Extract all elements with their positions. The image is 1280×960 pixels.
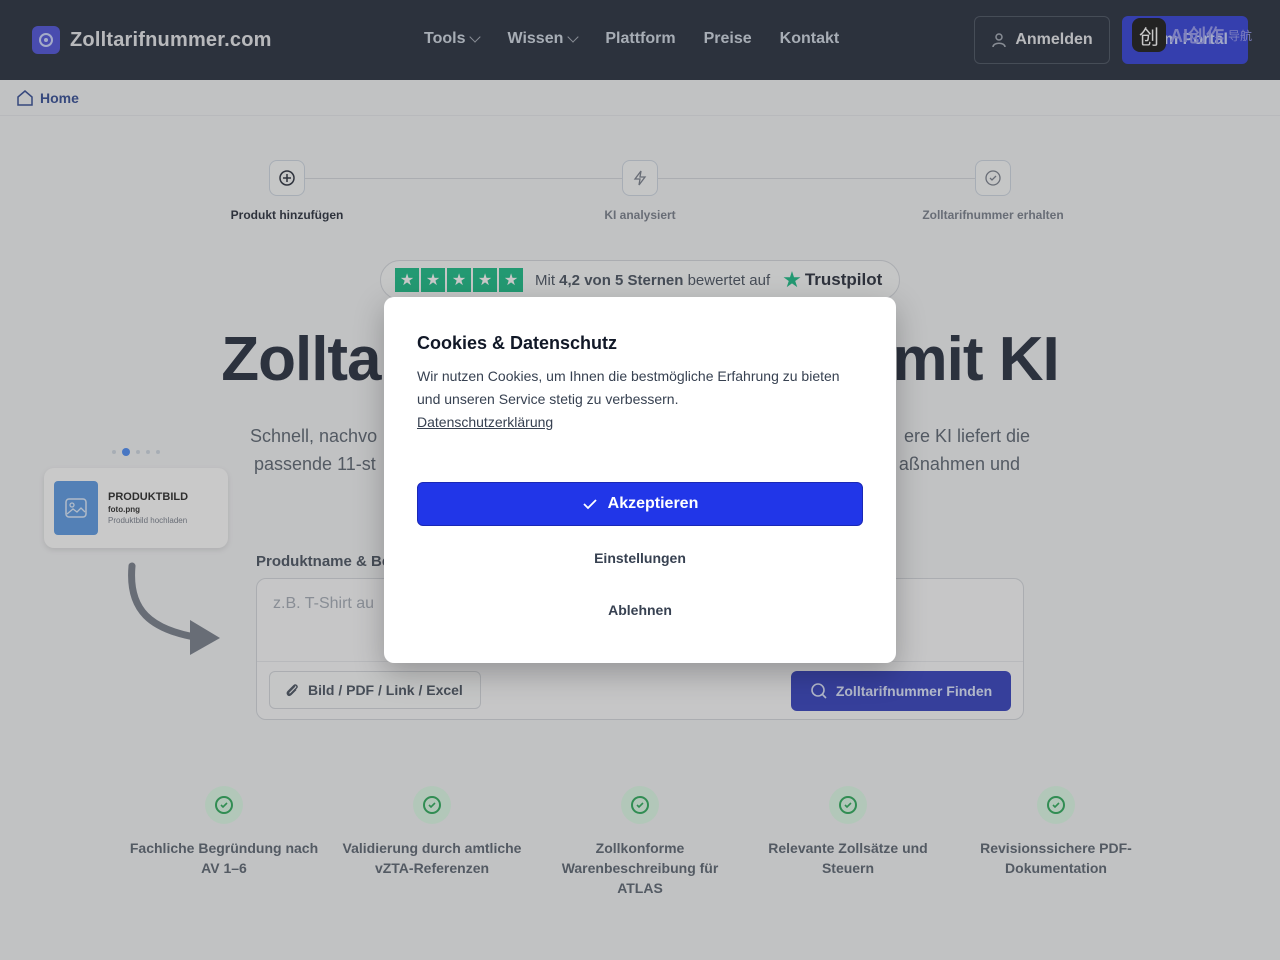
accept-cookies-button[interactable]: Akzeptieren bbox=[417, 482, 863, 526]
checkmark-icon bbox=[583, 499, 597, 510]
cookie-consent-dialog: Cookies & Datenschutz Wir nutzen Cookies… bbox=[384, 297, 896, 663]
privacy-policy-link[interactable]: Datenschutzerklärung bbox=[417, 411, 847, 434]
accept-label: Akzeptieren bbox=[607, 495, 699, 512]
cookie-dialog-title: Cookies & Datenschutz bbox=[417, 333, 618, 353]
cookie-dialog-text: Wir nutzen Cookies, um Ihnen die bestmög… bbox=[417, 368, 840, 407]
cookie-dialog-body: Wir nutzen Cookies, um Ihnen die bestmög… bbox=[417, 365, 847, 434]
reject-cookies-button[interactable]: Ablehnen bbox=[417, 594, 863, 626]
cookie-settings-button[interactable]: Einstellungen bbox=[417, 542, 863, 574]
